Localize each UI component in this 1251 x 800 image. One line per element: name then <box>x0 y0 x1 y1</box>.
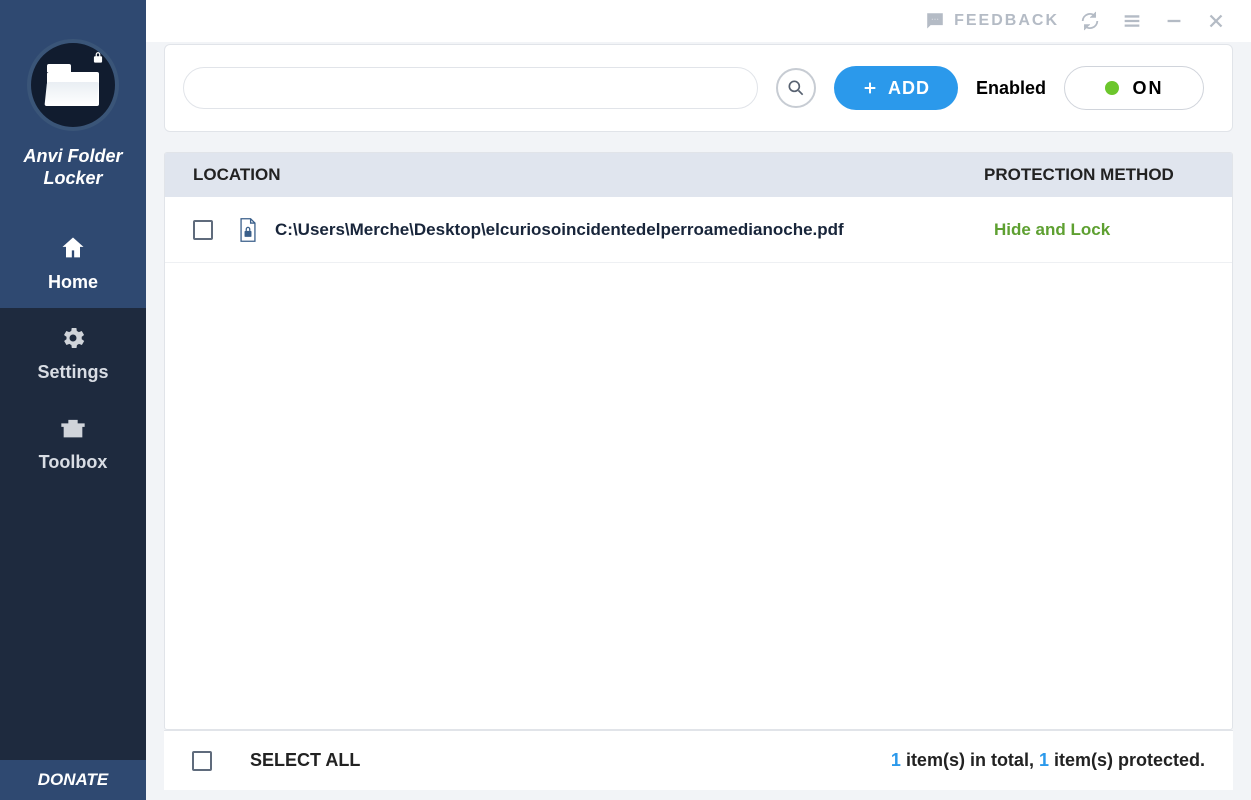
refresh-icon[interactable] <box>1079 10 1101 32</box>
enabled-label: Enabled <box>976 78 1046 99</box>
add-button-label: ADD <box>888 78 930 99</box>
app-title: Anvi Folder Locker <box>23 145 122 189</box>
gear-icon <box>59 324 87 352</box>
close-icon[interactable] <box>1205 10 1227 32</box>
toggle-indicator <box>1105 81 1119 95</box>
plus-icon <box>862 80 878 96</box>
total-count: 1 <box>891 750 901 770</box>
lock-icon <box>91 51 105 65</box>
col-method: PROTECTION METHOD <box>984 165 1204 185</box>
col-location: LOCATION <box>193 165 984 185</box>
nav-home-label: Home <box>48 272 98 293</box>
donate-button[interactable]: DONATE <box>0 760 146 800</box>
app-logo <box>27 39 119 131</box>
chat-icon <box>924 10 946 32</box>
minimize-icon[interactable] <box>1163 10 1185 32</box>
table-row[interactable]: C:\Users\Merche\Desktop\elcuriosoinciden… <box>165 197 1232 263</box>
protected-count: 1 <box>1039 750 1049 770</box>
list-area: LOCATION PROTECTION METHOD C:\Users\Merc… <box>164 152 1233 730</box>
nav-settings-label: Settings <box>37 362 108 383</box>
enabled-toggle[interactable]: ON <box>1064 66 1204 110</box>
search-input[interactable] <box>183 67 758 109</box>
row-checkbox[interactable] <box>193 220 213 240</box>
search-icon <box>786 78 806 98</box>
select-all-label: SELECT ALL <box>250 750 360 771</box>
logo-zone: Anvi Folder Locker <box>0 0 146 218</box>
footer: SELECT ALL 1 item(s) in total, 1 item(s)… <box>164 730 1233 790</box>
nav-toolbox-label: Toolbox <box>39 452 108 473</box>
list-header: LOCATION PROTECTION METHOD <box>165 153 1232 197</box>
home-icon <box>59 234 87 262</box>
nav-toolbox[interactable]: Toolbox <box>0 398 146 488</box>
content-area: FEEDBACK ADD Enabled ON LOCATION PROTECT… <box>146 0 1251 800</box>
select-all-checkbox[interactable] <box>192 751 212 771</box>
toolbar: ADD Enabled ON <box>164 44 1233 132</box>
nav-settings[interactable]: Settings <box>0 308 146 398</box>
nav-home[interactable]: Home <box>0 218 146 308</box>
row-method: Hide and Lock <box>994 220 1204 240</box>
row-path: C:\Users\Merche\Desktop\elcuriosoinciden… <box>275 220 994 240</box>
feedback-button[interactable]: FEEDBACK <box>924 10 1059 32</box>
search-button[interactable] <box>776 68 816 108</box>
add-button[interactable]: ADD <box>834 66 958 110</box>
menu-icon[interactable] <box>1121 10 1143 32</box>
status-summary: 1 item(s) in total, 1 item(s) protected. <box>891 750 1205 771</box>
file-lock-icon <box>237 217 259 243</box>
feedback-label: FEEDBACK <box>954 12 1059 30</box>
sidebar: Anvi Folder Locker Home Settings Toolbox… <box>0 0 146 800</box>
toggle-label: ON <box>1133 78 1164 99</box>
titlebar: FEEDBACK <box>146 0 1251 42</box>
toolbox-icon <box>59 414 87 442</box>
